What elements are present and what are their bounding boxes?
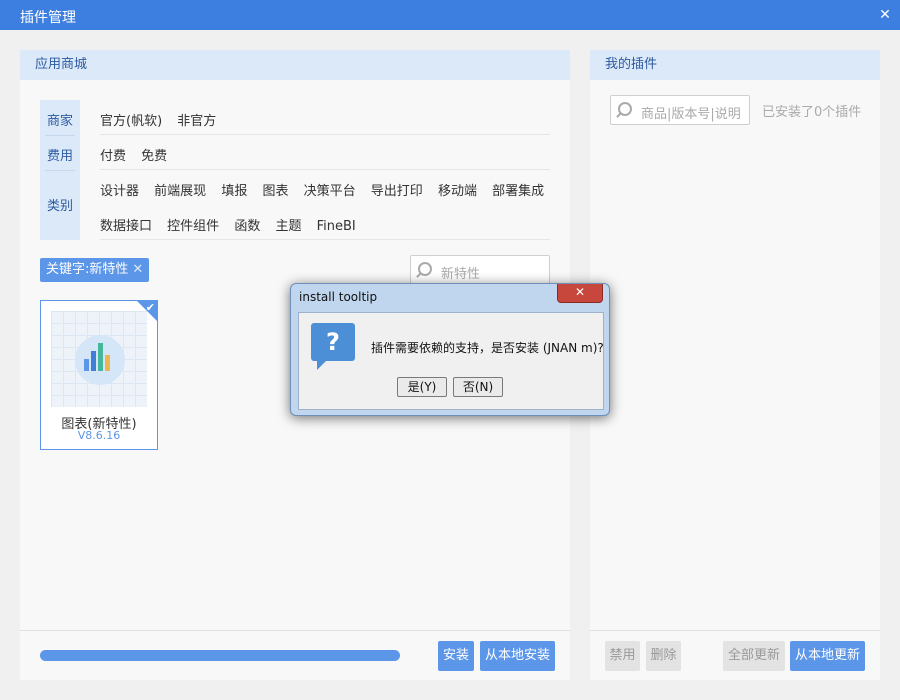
category-vendor: 商家: [46, 114, 73, 129]
chart-thumbnail: [51, 311, 147, 407]
search-icon: [618, 102, 632, 116]
category-fee: 费用: [46, 149, 73, 164]
row-divider: [100, 169, 550, 170]
row-divider: [100, 239, 550, 240]
delete-button[interactable]: 删除: [646, 641, 681, 671]
category-type: 类别: [46, 199, 73, 214]
remove-keyword-icon[interactable]: ✕: [132, 262, 143, 277]
my-plugins-panel: 我的插件 商品|版本号|说明 已安装了0个插件 禁用 删除 全部更新 从本地更新: [590, 50, 880, 680]
my-plugins-search-input[interactable]: 商品|版本号|说明: [610, 95, 750, 125]
my-plugins-header: 我的插件: [590, 50, 880, 80]
chart-icon-bar: [105, 355, 110, 371]
filter-mobile[interactable]: 移动端: [438, 184, 477, 199]
row-divider: [100, 134, 550, 135]
fee-filter-row: 付费 免费: [100, 145, 178, 164]
keyword-tag: 关键字:新特性 ✕: [40, 258, 150, 282]
question-icon: ?: [311, 323, 355, 370]
dialog-body: ? 插件需要依赖的支持，是否安装 (JNAN m)? 是(Y) 否(N): [298, 312, 604, 410]
window-titlebar: 插件管理 ✕: [0, 0, 900, 30]
type-filter-row-2: 数据接口 控件组件 函数 主题 FineBI: [100, 215, 367, 234]
no-button[interactable]: 否(N): [453, 377, 503, 397]
filter-fill[interactable]: 填报: [221, 184, 247, 199]
close-icon[interactable]: ✕: [870, 0, 900, 30]
store-search-placeholder: 新特性: [441, 267, 481, 282]
type-filter-row-1: 设计器 前端展现 填报 图表 决策平台 导出打印 移动端 部署集成: [100, 180, 555, 199]
plugin-version: V8.6.16: [77, 429, 121, 442]
category-divider: [45, 135, 75, 136]
filter-unofficial[interactable]: 非官方: [177, 114, 216, 129]
window-title: 插件管理: [20, 10, 76, 26]
install-button[interactable]: 安装: [438, 641, 474, 671]
dialog-message: 插件需要依赖的支持，是否安装 (JNAN m)?: [371, 341, 604, 355]
chart-icon-bar: [91, 351, 96, 371]
filter-categories: 商家 费用 类别: [40, 100, 80, 240]
keyword-label: 关键字:新特性: [46, 262, 129, 277]
disable-button[interactable]: 禁用: [605, 641, 640, 671]
filter-finebi[interactable]: FineBI: [317, 219, 356, 234]
install-dialog: install tooltip ✕ ? 插件需要依赖的支持，是否安装 (JNAN…: [290, 283, 610, 416]
chart-icon-bar: [98, 343, 103, 371]
update-all-button[interactable]: 全部更新: [723, 641, 785, 671]
yes-button[interactable]: 是(Y): [397, 377, 447, 397]
filter-theme[interactable]: 主题: [275, 219, 301, 234]
store-header: 应用商城: [20, 50, 570, 80]
filter-function[interactable]: 函数: [234, 219, 260, 234]
filter-frontend[interactable]: 前端展现: [154, 184, 206, 199]
filter-official[interactable]: 官方(帆软): [100, 114, 162, 129]
filter-data-interface[interactable]: 数据接口: [100, 219, 152, 234]
install-progress-bar: [40, 650, 400, 661]
filter-free[interactable]: 免费: [141, 149, 167, 164]
footer-divider: [590, 630, 880, 631]
check-icon: ✔: [145, 301, 155, 314]
filter-chart[interactable]: 图表: [262, 184, 288, 199]
dialog-close-icon[interactable]: ✕: [557, 284, 603, 303]
filter-designer[interactable]: 设计器: [100, 184, 139, 199]
installed-count: 已安装了0个插件: [762, 105, 862, 120]
dialog-title: install tooltip: [299, 290, 378, 304]
filter-decision-platform[interactable]: 决策平台: [304, 184, 356, 199]
search-icon: [418, 262, 432, 276]
store-search-input[interactable]: 新特性: [410, 255, 550, 285]
filter-export-print[interactable]: 导出打印: [371, 184, 423, 199]
chart-icon-bar: [84, 359, 89, 371]
local-install-button[interactable]: 从本地安装: [480, 641, 555, 671]
my-plugins-search-placeholder: 商品|版本号|说明: [641, 107, 741, 122]
filter-paid[interactable]: 付费: [100, 149, 126, 164]
filter-deploy[interactable]: 部署集成: [492, 184, 544, 199]
vendor-filter-row: 官方(帆软) 非官方: [100, 110, 227, 129]
filter-widget[interactable]: 控件组件: [167, 219, 219, 234]
category-divider: [45, 170, 75, 171]
footer-divider: [20, 630, 570, 631]
plugin-card[interactable]: ✔ 图表(新特性) V8.6.16: [40, 300, 158, 450]
local-update-button[interactable]: 从本地更新: [790, 641, 865, 671]
